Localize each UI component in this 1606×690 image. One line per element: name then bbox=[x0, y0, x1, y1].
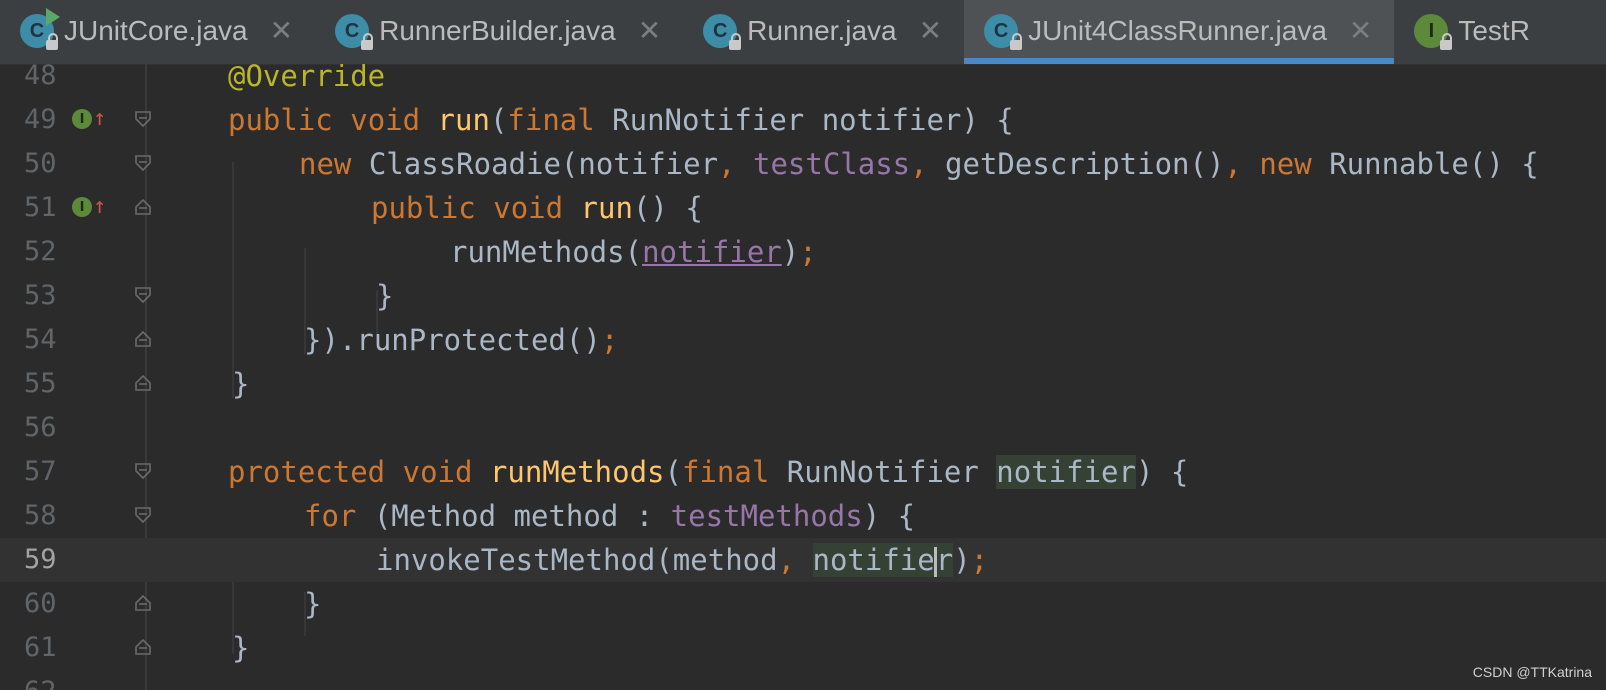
code-line[interactable]: 48 @Override bbox=[0, 64, 1606, 98]
fold-close-icon[interactable] bbox=[134, 330, 152, 348]
code-line[interactable]: 49 I ↑ public void run(final RunNotifier … bbox=[0, 98, 1606, 142]
tab-runner[interactable]: C Runner.java ✕ bbox=[683, 0, 964, 62]
code-line[interactable]: 53 } bbox=[0, 274, 1606, 318]
fold-open-icon[interactable] bbox=[134, 154, 152, 172]
line-number: 56 bbox=[24, 412, 57, 443]
code-editor[interactable]: 48 @Override 49 I ↑ public void run(final… bbox=[0, 64, 1606, 690]
code-line[interactable]: 58 for (Method method : testMethods) { bbox=[0, 494, 1606, 538]
code-line[interactable]: 54 }).runProtected(); bbox=[0, 318, 1606, 362]
line-number: 52 bbox=[24, 236, 57, 267]
line-number: 54 bbox=[24, 324, 57, 355]
code-text: } bbox=[304, 587, 322, 621]
fold-open-icon[interactable] bbox=[134, 286, 152, 304]
code-text: } bbox=[376, 279, 394, 313]
line-number: 51 bbox=[24, 192, 57, 223]
close-icon[interactable]: ✕ bbox=[1349, 17, 1372, 45]
code-text: new ClassRoadie(notifier, testClass, get… bbox=[299, 147, 1539, 181]
code-text: for (Method method : testMethods) { bbox=[304, 499, 916, 533]
code-text: } bbox=[232, 631, 250, 665]
code-line-current[interactable]: 59 invokeTestMethod(method, notifier); bbox=[0, 538, 1606, 582]
code-line[interactable]: 51 I ↑ public void run() { bbox=[0, 186, 1606, 230]
tab-junitcore[interactable]: C JUnitCore.java ✕ bbox=[0, 0, 315, 62]
close-icon[interactable]: ✕ bbox=[919, 17, 942, 45]
line-number: 49 bbox=[24, 104, 57, 135]
tab-label: JUnit4ClassRunner.java bbox=[1028, 15, 1327, 46]
fold-close-icon[interactable] bbox=[134, 374, 152, 392]
watermark: CSDN @TTKatrina bbox=[1472, 664, 1592, 680]
interface-icon: I bbox=[72, 197, 92, 217]
code-line[interactable]: 61 } bbox=[0, 626, 1606, 670]
line-number: 60 bbox=[24, 588, 57, 619]
code-text: } bbox=[232, 367, 250, 401]
tab-label: Runner.java bbox=[747, 15, 897, 46]
line-number: 55 bbox=[24, 368, 57, 399]
tab-label: RunnerBuilder.java bbox=[379, 15, 616, 46]
interface-icon: I bbox=[1414, 14, 1453, 50]
code-text: @Override bbox=[228, 64, 386, 93]
line-number: 57 bbox=[24, 456, 57, 487]
arrow-up-icon: ↑ bbox=[93, 194, 107, 219]
class-icon: C bbox=[984, 14, 1023, 50]
tab-label: JUnitCore.java bbox=[64, 15, 248, 46]
line-number: 59 bbox=[24, 544, 57, 575]
implements-marker[interactable]: I ↑ bbox=[72, 194, 107, 219]
code-line[interactable]: 62 bbox=[0, 670, 1606, 690]
code-line[interactable]: 55 } bbox=[0, 362, 1606, 406]
code-text: }).runProtected(); bbox=[304, 323, 619, 357]
tab-testr[interactable]: I TestR bbox=[1394, 0, 1552, 62]
code-line[interactable]: 52 runMethods(notifier); bbox=[0, 230, 1606, 274]
code-text: runMethods(notifier); bbox=[450, 235, 817, 269]
line-number: 62 bbox=[24, 670, 57, 690]
code-line[interactable]: 50 new ClassRoadie(notifier, testClass, … bbox=[0, 142, 1606, 186]
class-runnable-icon: C bbox=[20, 8, 60, 50]
class-icon: C bbox=[335, 14, 374, 50]
class-icon: C bbox=[703, 14, 742, 50]
code-text: public void run(final RunNotifier notifi… bbox=[228, 103, 1014, 137]
tab-label: TestR bbox=[1458, 15, 1530, 46]
code-text: public void run() { bbox=[371, 191, 703, 225]
line-number: 50 bbox=[24, 148, 57, 179]
fold-open-icon[interactable] bbox=[134, 462, 152, 480]
code-text: protected void runMethods(final RunNotif… bbox=[228, 455, 1189, 489]
line-number: 61 bbox=[24, 632, 57, 663]
code-line[interactable]: 56 bbox=[0, 406, 1606, 450]
interface-icon: I bbox=[72, 109, 92, 129]
tab-junit4classrunner[interactable]: C JUnit4ClassRunner.java ✕ bbox=[964, 0, 1395, 64]
close-icon[interactable]: ✕ bbox=[270, 17, 293, 45]
implements-marker[interactable]: I ↑ bbox=[72, 106, 107, 131]
code-text: invokeTestMethod(method, notifier); bbox=[376, 543, 989, 577]
close-icon[interactable]: ✕ bbox=[638, 17, 661, 45]
editor-tab-bar: C JUnitCore.java ✕ C RunnerBuilder.java … bbox=[0, 0, 1606, 65]
fold-close-icon[interactable] bbox=[134, 638, 152, 656]
fold-open-icon[interactable] bbox=[134, 506, 152, 524]
arrow-up-icon: ↑ bbox=[93, 106, 107, 131]
line-number: 48 bbox=[24, 64, 57, 91]
code-line[interactable]: 57 protected void runMethods(final RunNo… bbox=[0, 450, 1606, 494]
line-number: 53 bbox=[24, 280, 57, 311]
tab-runnerbuilder[interactable]: C RunnerBuilder.java ✕ bbox=[315, 0, 683, 62]
fold-close-icon[interactable] bbox=[134, 594, 152, 612]
code-line[interactable]: 60 } bbox=[0, 582, 1606, 626]
fold-close-icon[interactable] bbox=[134, 198, 152, 216]
line-number: 58 bbox=[24, 500, 57, 531]
fold-open-icon[interactable] bbox=[134, 110, 152, 128]
